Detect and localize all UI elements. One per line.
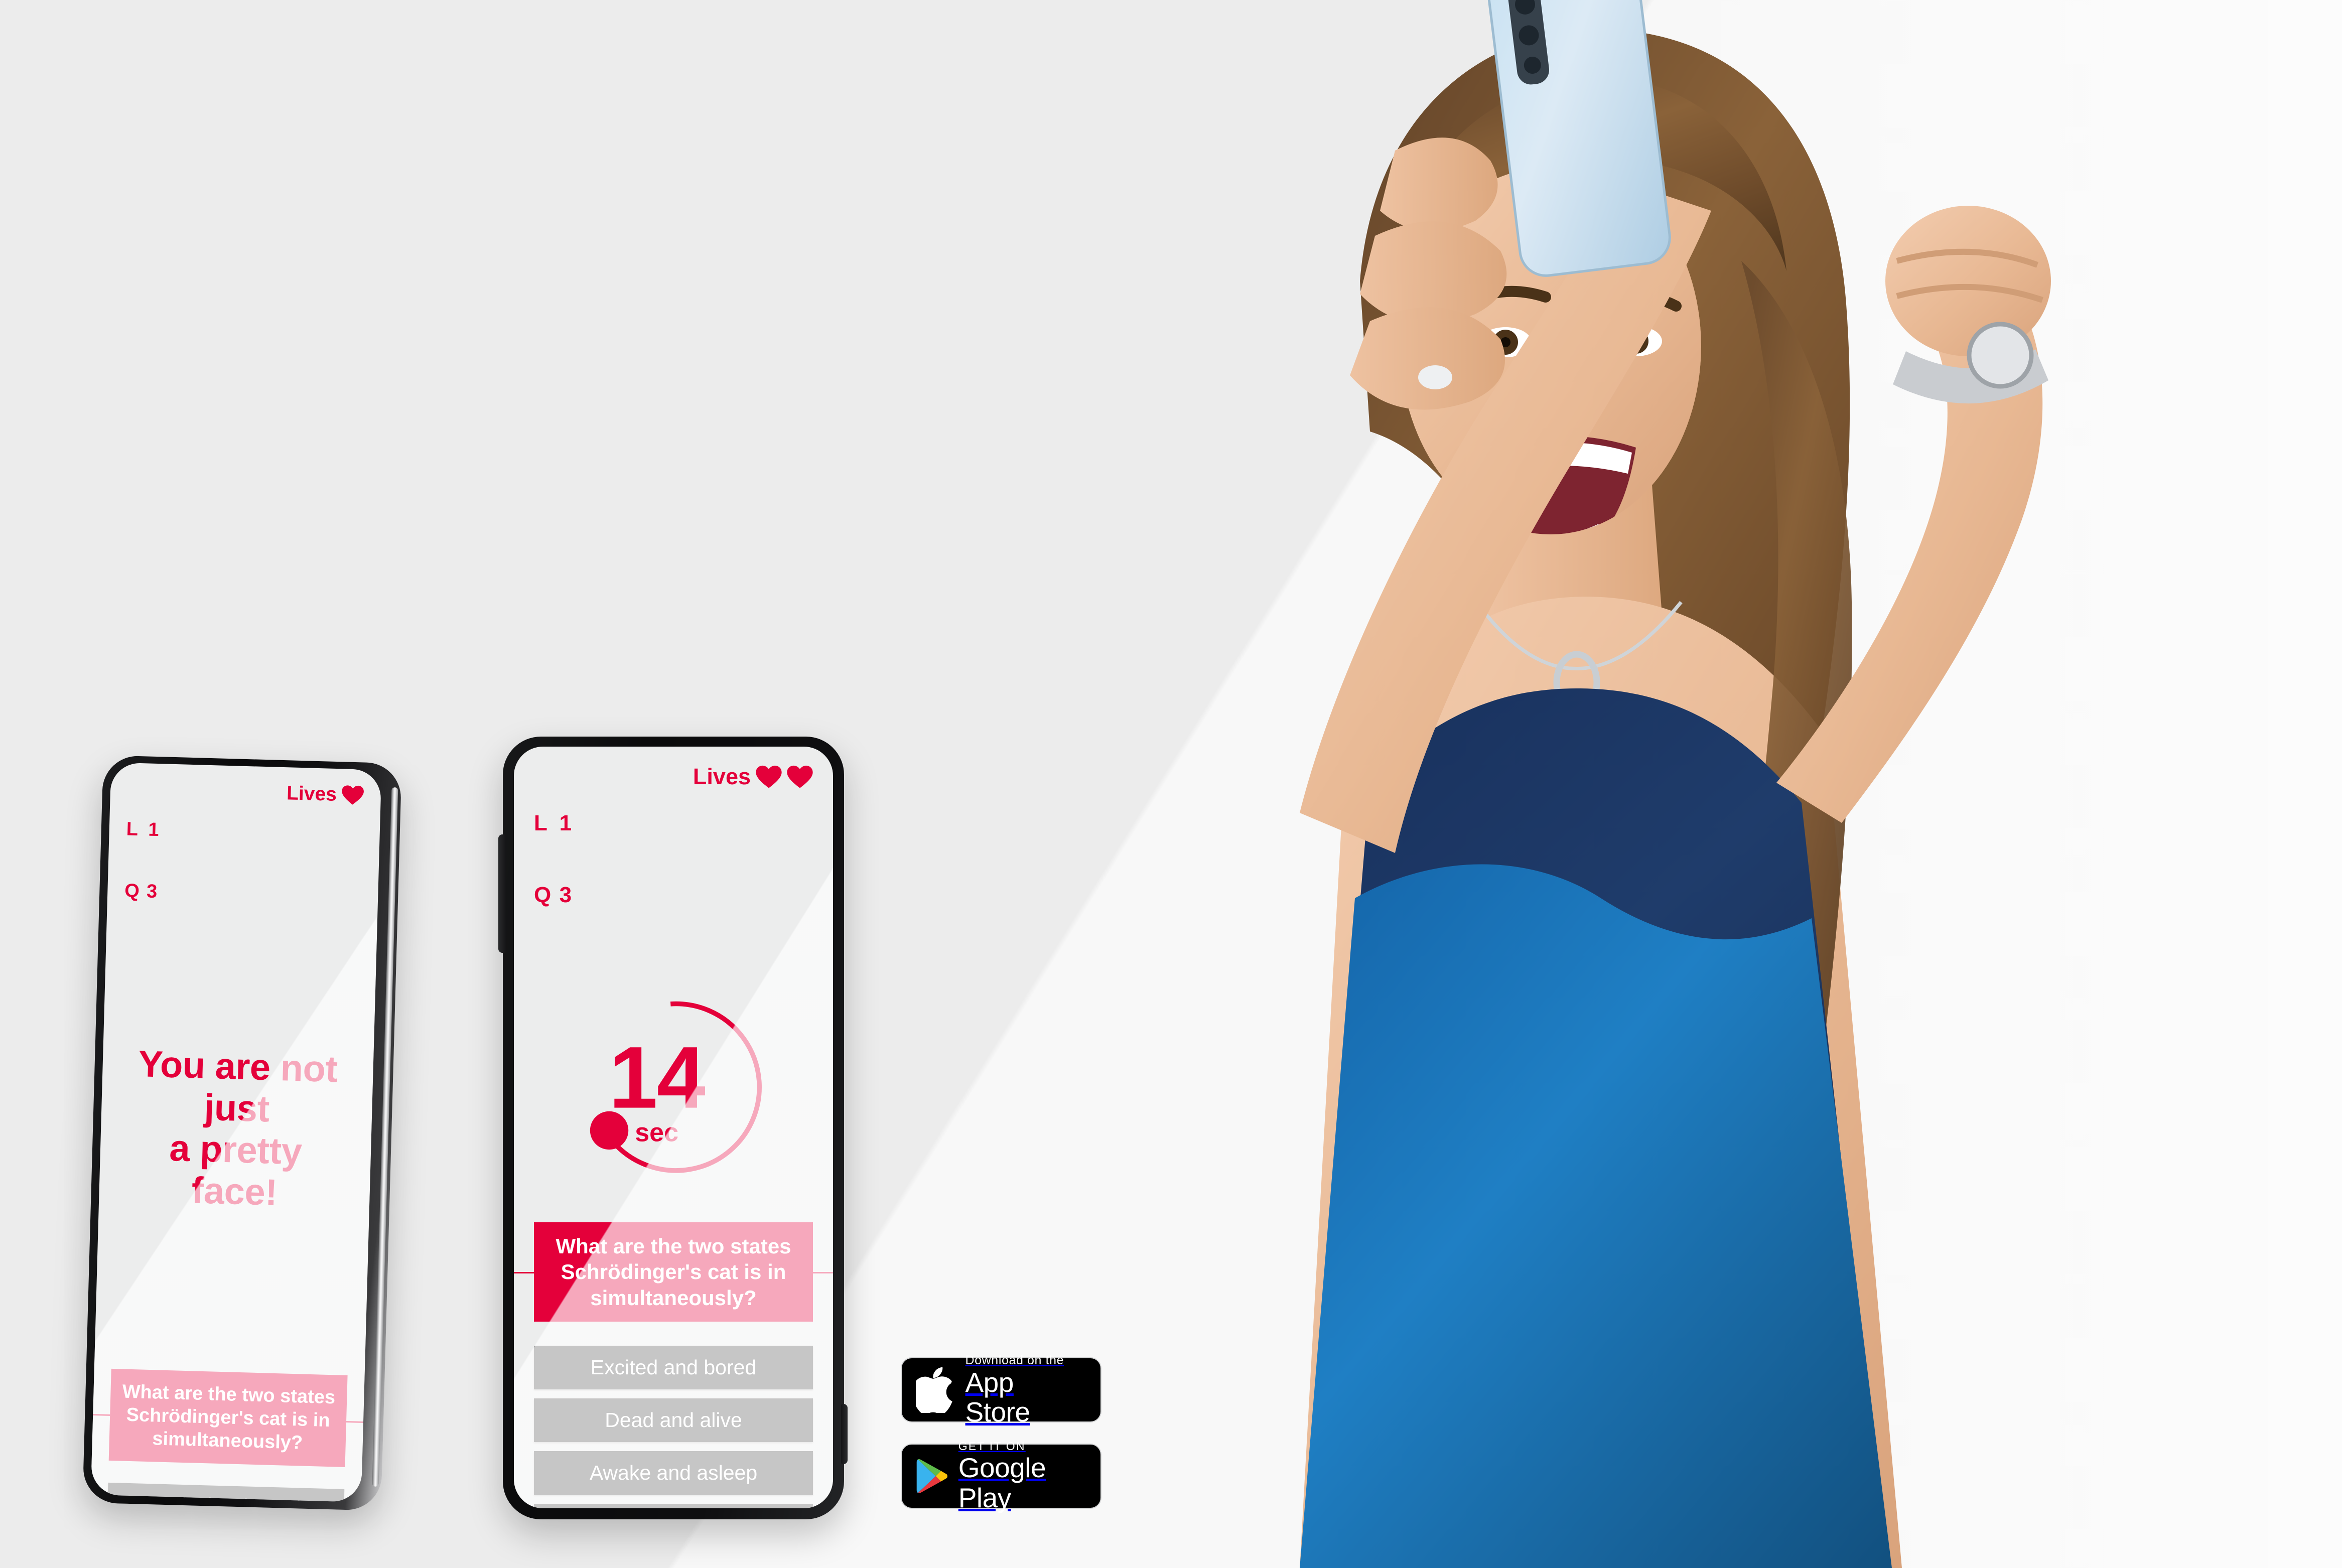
app-store-badge[interactable]: Download on the App Store <box>901 1353 1101 1427</box>
lives-hearts <box>341 785 364 805</box>
google-play-icon <box>916 1459 947 1494</box>
level-value: 1 <box>148 819 160 841</box>
necklace-pendant <box>1553 651 1600 714</box>
timer-value: 14 <box>609 1029 706 1127</box>
timer-unit: sec <box>635 1118 679 1148</box>
hair-back <box>1360 29 1850 1214</box>
answer-option[interactable]: Excited and bored <box>107 1482 345 1502</box>
hero-photo <box>1300 0 2051 1568</box>
ring <box>1418 365 1452 389</box>
fingers-3 <box>1350 307 1505 410</box>
countdown-timer: 14 sec <box>534 991 813 1183</box>
timer-readout: 14 sec <box>517 995 796 1187</box>
google-play-badge-text: GET IT ON Google Play <box>958 1440 1083 1513</box>
question-rule-left <box>514 1271 534 1273</box>
heart-icon <box>756 765 782 788</box>
level-key: L <box>126 818 139 840</box>
hud-left: L1 Q3 Lives <box>123 778 364 949</box>
question-value: 3 <box>559 882 572 907</box>
phone-mockup-left: L1 Q3 Lives You are not just a pretty fa… <box>82 755 402 1511</box>
heart-icon <box>787 765 813 788</box>
face <box>1400 158 1701 534</box>
level-value: 1 <box>559 811 572 836</box>
google-play-badge[interactable]: GET IT ON Google Play <box>901 1440 1101 1512</box>
headline-left: You are not just a pretty face! <box>116 1043 357 1216</box>
holding-arm <box>1300 181 1711 853</box>
question-line-2: Schrödinger's cat is in <box>561 1260 786 1284</box>
level-key: L <box>534 811 548 836</box>
app-store-badge-text: Download on the App Store <box>966 1353 1084 1428</box>
chest <box>1300 597 1902 1568</box>
question-line-3: simultaneously? <box>590 1286 757 1310</box>
heart-icon <box>342 785 364 805</box>
hud-right: L1 Q3 Lives <box>534 764 813 954</box>
lives-hearts <box>756 765 813 789</box>
wristwatch-band <box>1893 349 2048 404</box>
hair-right-fall <box>1731 261 1852 1104</box>
top-sheer-panel <box>1305 688 1887 1568</box>
raised-arm <box>1776 281 2043 823</box>
lives-indicator: Lives <box>693 764 813 790</box>
fingers <box>1380 137 1498 231</box>
fingers-2 <box>1360 221 1507 324</box>
background-right-wash <box>1589 0 2342 1568</box>
app-store-badges: Download on the App Store GET IT ON Goog… <box>901 1353 1101 1512</box>
held-smartphone <box>1487 0 1671 277</box>
question-rule-left <box>90 1412 110 1416</box>
hair-front <box>1395 78 1786 271</box>
question-key: Q <box>534 882 552 907</box>
phone-right-power-button[interactable] <box>841 1404 848 1464</box>
answer-list-left: Excited and bored Dead and alive Awake a… <box>103 1482 345 1502</box>
answer-option[interactable]: Awake and asleep <box>534 1451 813 1495</box>
top-textured-body <box>1300 864 1892 1568</box>
phone-left-screen: L1 Q3 Lives You are not just a pretty fa… <box>90 762 382 1502</box>
google-play-title: Google Play <box>958 1452 1046 1513</box>
fist <box>1885 206 2051 356</box>
question-rule-right <box>813 1271 833 1273</box>
google-play-eyebrow: GET IT ON <box>958 1439 1026 1453</box>
neck <box>1485 472 1666 682</box>
answer-option[interactable]: Hungry and full <box>534 1503 813 1508</box>
phone-right-screen: L1 Q3 Lives 14 sec What are the two stat… <box>514 747 833 1508</box>
question-value: 3 <box>146 881 158 903</box>
headline-line-1: You are not just <box>137 1043 338 1130</box>
question-line-1: What are the two states <box>556 1234 791 1258</box>
app-store-eyebrow: Download on the <box>965 1353 1064 1367</box>
app-store-title: App Store <box>965 1366 1030 1428</box>
question-box-left: What are the two states Schrödinger's ca… <box>90 1368 382 1467</box>
question-key: Q <box>124 880 141 902</box>
lives-label: Lives <box>693 764 751 789</box>
answer-list-right: Excited and bored Dead and alive Awake a… <box>534 1345 813 1508</box>
lives-indicator: Lives <box>287 782 364 806</box>
wristwatch-face <box>1967 322 2034 389</box>
page-canvas: L1 Q3 Lives You are not just a pretty fa… <box>0 0 2342 1568</box>
answer-option[interactable]: Excited and bored <box>534 1345 813 1389</box>
lives-label: Lives <box>286 782 337 805</box>
phone-mockup-right: L1 Q3 Lives 14 sec What are the two stat… <box>498 737 848 1519</box>
apple-logo-icon <box>916 1367 952 1413</box>
necklace-chain <box>1479 601 1683 670</box>
question-box-right: What are the two states Schrödinger's ca… <box>514 1222 833 1322</box>
level-question-indicator: L1 Q3 <box>123 778 195 944</box>
level-question-indicator: L1 Q3 <box>534 764 611 954</box>
phone-right-side-button[interactable] <box>498 834 506 953</box>
headline-line-2: a pretty face! <box>169 1126 303 1213</box>
answer-option[interactable]: Dead and alive <box>534 1398 813 1442</box>
